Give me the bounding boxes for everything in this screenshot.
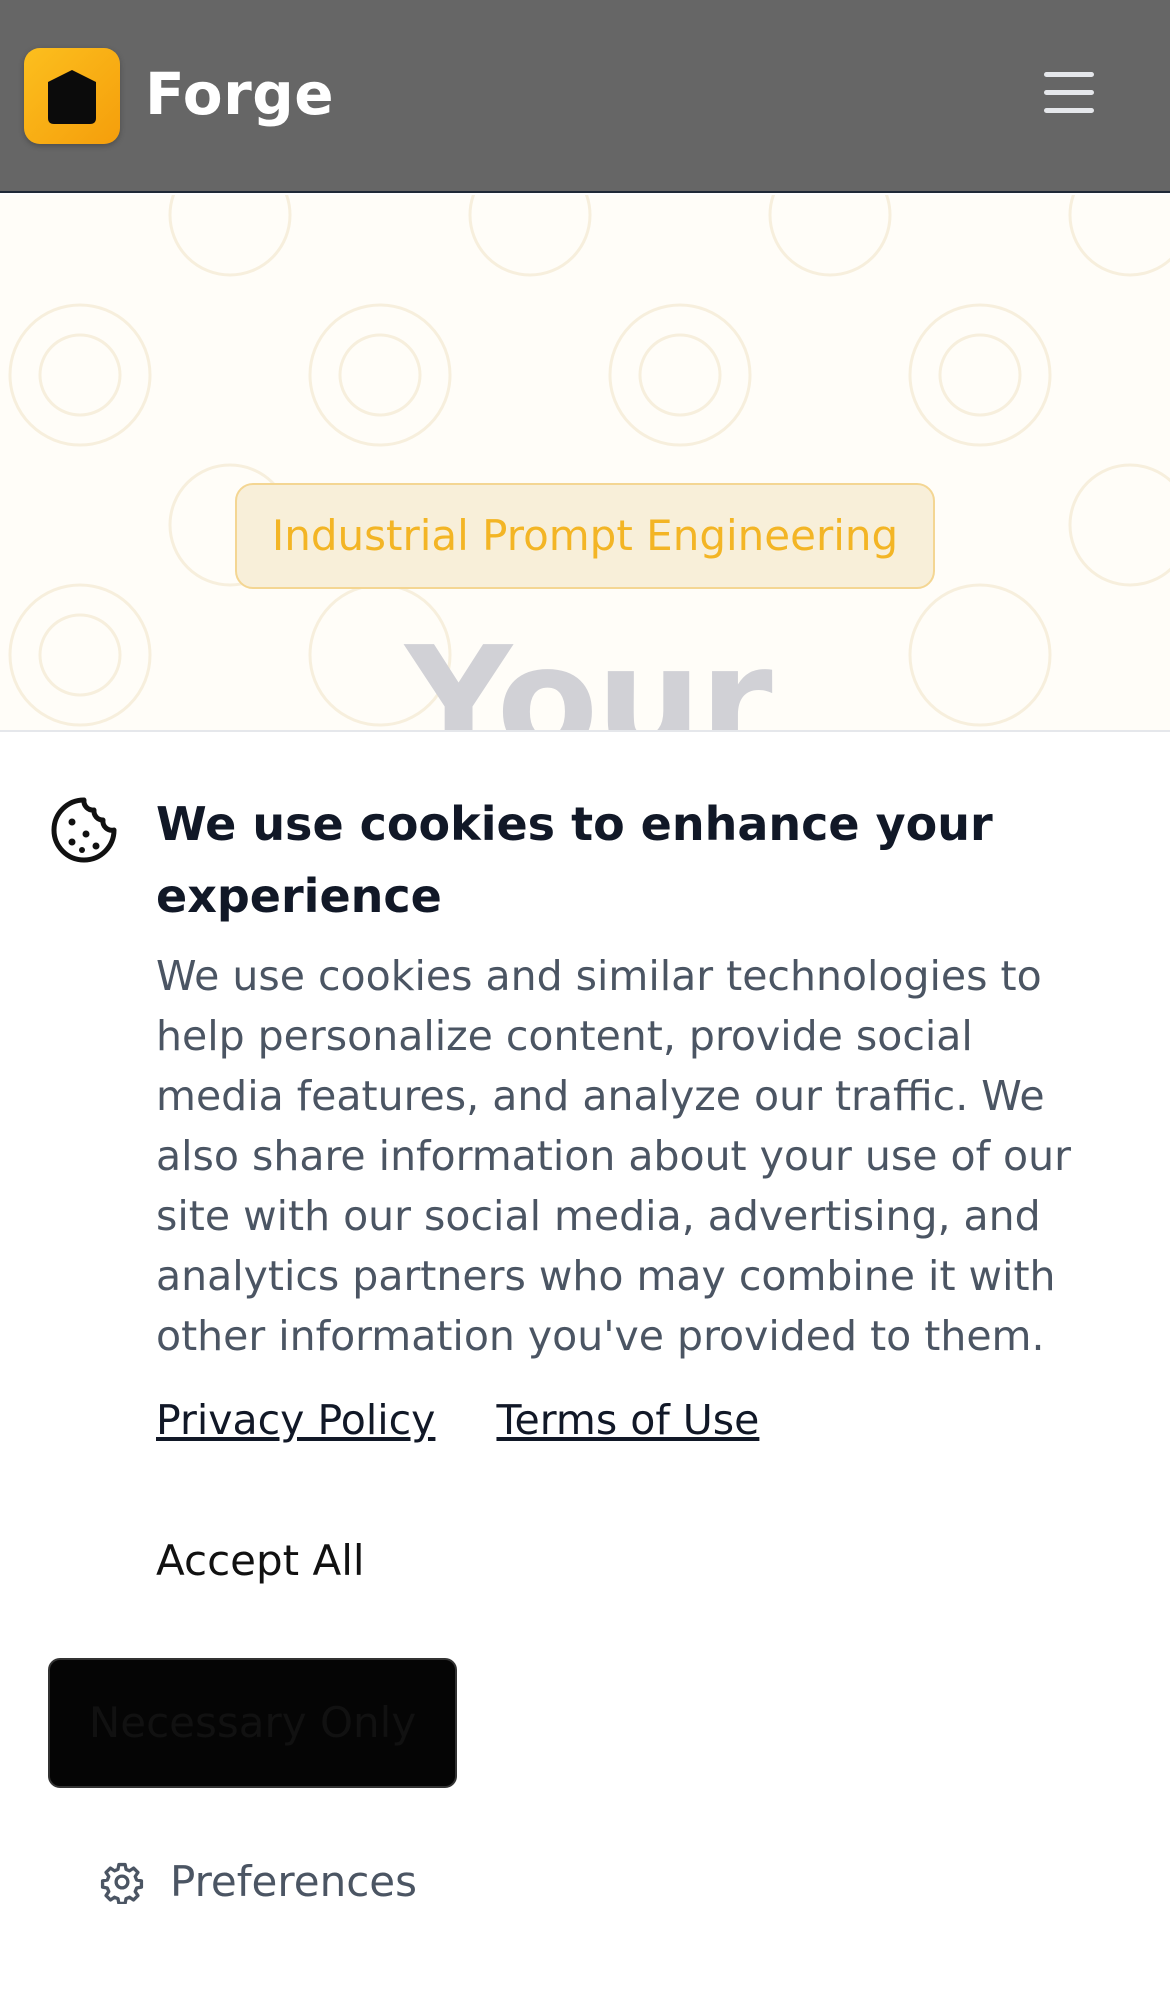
necessary-only-button[interactable]: Necessary Only — [48, 1658, 457, 1788]
cookie-title: We use cookies to enhance your experienc… — [156, 797, 993, 923]
hamburger-menu-icon[interactable] — [1040, 68, 1098, 116]
forge-logo-icon[interactable] — [24, 48, 120, 144]
cookie-description: We use cookies and similar technologies … — [156, 952, 1071, 1360]
brand-name[interactable]: Forge — [145, 60, 334, 128]
hero-title: Your — [405, 615, 773, 730]
hero-section: Industrial Prompt Engineering Your — [0, 195, 1170, 730]
terms-of-use-link[interactable]: Terms of Use — [496, 1396, 759, 1444]
gear-icon — [100, 1862, 144, 1904]
hero-tag: Industrial Prompt Engineering — [235, 483, 935, 589]
site-header: Forge — [0, 0, 1170, 193]
menu-bar — [1044, 108, 1094, 113]
menu-bar — [1044, 90, 1094, 95]
preferences-label: Preferences — [170, 1857, 418, 1906]
privacy-policy-link[interactable]: Privacy Policy — [156, 1396, 435, 1444]
cookie-banner: We use cookies to enhance your experienc… — [0, 730, 1170, 1992]
accept-all-button[interactable]: Accept All — [156, 1536, 365, 1585]
cookie-icon — [51, 797, 117, 863]
menu-bar — [1044, 72, 1094, 77]
policy-links: Privacy Policy Terms of Use — [156, 1396, 807, 1444]
page: Forge Industrial Prompt Engineering Your — [0, 0, 1170, 1992]
